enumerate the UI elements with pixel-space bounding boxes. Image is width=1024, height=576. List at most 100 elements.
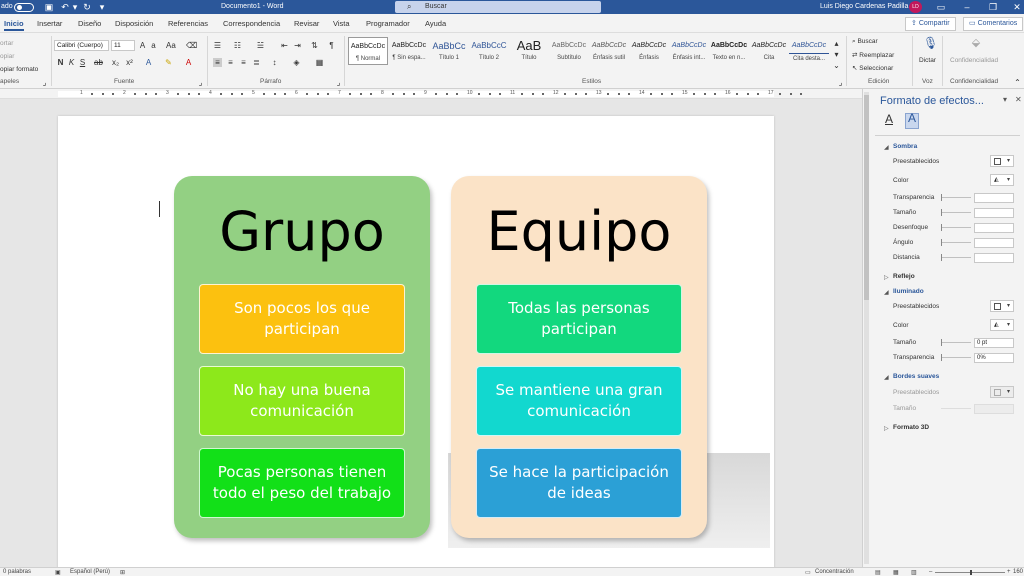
numbering-icon[interactable]: ☷ xyxy=(233,41,242,50)
bullets-icon[interactable]: ☰ xyxy=(213,41,222,50)
font-name-select[interactable]: Calibri (Cuerpo) xyxy=(54,40,109,51)
dictate-button[interactable]: Dictar xyxy=(919,57,936,64)
user-name[interactable]: Luis Diego Cardenas Padilla xyxy=(820,3,908,11)
group-card[interactable]: Grupo Son pocos los que participan No ha… xyxy=(174,176,430,538)
line-spacing-icon[interactable]: ↕ xyxy=(270,58,279,67)
change-case-icon[interactable]: Aa xyxy=(166,41,176,50)
page[interactable]: Grupo Son pocos los que participan No ha… xyxy=(58,116,774,576)
shadow-angle-slider[interactable] xyxy=(941,239,942,246)
restore-icon[interactable]: ❐ xyxy=(988,2,998,12)
zoom-slider-thumb[interactable] xyxy=(970,570,972,575)
accessibility-icon[interactable]: ⊞ xyxy=(120,569,125,576)
section-shadow[interactable]: Sombra xyxy=(893,143,917,150)
shadow-color-dropdown[interactable]: ◭ ▾ xyxy=(990,174,1014,186)
clear-format-icon[interactable]: ⌫ xyxy=(186,41,197,50)
grow-font-icon[interactable]: A xyxy=(138,41,147,50)
italic-icon[interactable]: K xyxy=(67,58,76,67)
superscript-icon[interactable]: x² xyxy=(125,58,134,67)
replace-button[interactable]: ⇄ Reemplazar xyxy=(852,51,894,59)
style-intense-emphasis[interactable]: AaBbCcDc Énfasis int... xyxy=(669,37,709,65)
shadow-size-input[interactable] xyxy=(974,208,1014,218)
collapse-ribbon-icon[interactable]: ⌃ xyxy=(1013,78,1022,87)
tab-referencias[interactable]: Referencias xyxy=(168,19,208,28)
font-color-icon[interactable]: A xyxy=(184,58,193,67)
style-strong[interactable]: AaBbCcDc Texto en n... xyxy=(709,37,749,65)
shadow-distance-slider[interactable] xyxy=(941,254,942,261)
text-effects-icon[interactable]: A xyxy=(905,112,919,129)
font-size-select[interactable]: 11 xyxy=(111,40,135,51)
style-emphasis[interactable]: AaBbCcDc Énfasis xyxy=(629,37,669,65)
language[interactable]: Español (Perú) xyxy=(70,569,110,575)
avatar[interactable]: LD xyxy=(909,1,922,13)
shadow-transparency-slider[interactable] xyxy=(941,194,942,201)
clipboard-launcher-icon[interactable]: ⌟ xyxy=(40,78,49,87)
style-subtle-emphasis[interactable]: AaBbCcDc Énfasis sutil xyxy=(589,37,629,65)
show-marks-icon[interactable]: ¶ xyxy=(327,41,336,50)
search-box[interactable]: ⌕ Buscar xyxy=(395,1,601,13)
shadow-angle-input[interactable] xyxy=(974,238,1014,248)
text-effects-icon[interactable]: A xyxy=(144,58,153,67)
close-icon[interactable]: ✕ xyxy=(1012,2,1022,12)
justify-icon[interactable]: ≣ xyxy=(252,58,261,67)
highlight-icon[interactable]: ✎ xyxy=(164,58,173,67)
zoom-level[interactable]: 160 xyxy=(1013,569,1023,575)
style-heading-1[interactable]: AaBbCc Título 1 xyxy=(429,37,469,65)
save-icon[interactable]: ▣ xyxy=(44,2,54,12)
styles-launcher-icon[interactable]: ⌟ xyxy=(836,78,845,87)
style-heading-2[interactable]: AaBbCcC Título 2 xyxy=(469,37,509,65)
redo-icon[interactable]: ↻ xyxy=(82,2,92,12)
customize-toolbar-icon[interactable]: ▾ xyxy=(97,2,107,12)
tab-disposicion[interactable]: Disposición xyxy=(115,19,153,28)
tab-ayuda[interactable]: Ayuda xyxy=(425,19,446,28)
underline-icon[interactable]: S xyxy=(78,58,87,67)
section-3d-format[interactable]: Formato 3D xyxy=(893,424,929,431)
team-card[interactable]: Equipo Todas las personas participan Se … xyxy=(451,176,707,538)
style-subtitle[interactable]: AaBbCcDc Subtítulo xyxy=(549,37,589,65)
tab-revisar[interactable]: Revisar xyxy=(294,19,319,28)
focus-icon[interactable]: ▭ xyxy=(805,569,811,576)
horizontal-ruler[interactable]: 1 2 3 4 5 6 7 8 9 10 11 12 13 14 15 16 17 xyxy=(0,89,862,99)
zoom-out-icon[interactable]: – xyxy=(929,569,932,575)
pane-scrollbar-thumb[interactable] xyxy=(864,95,869,300)
font-launcher-icon[interactable]: ⌟ xyxy=(196,78,205,87)
word-count[interactable]: 0 palabras xyxy=(3,569,31,575)
zoom-in-icon[interactable]: + xyxy=(1007,569,1011,575)
comments-button[interactable]: ▭ Comentarios xyxy=(963,17,1024,31)
focus-mode-button[interactable]: Concentración xyxy=(815,569,854,575)
glow-color-dropdown[interactable]: ◭ ▾ xyxy=(990,319,1014,331)
multilevel-list-icon[interactable]: ☱ xyxy=(256,41,265,50)
close-icon[interactable]: ✕ xyxy=(1015,95,1022,104)
tab-programador[interactable]: Programador xyxy=(366,19,410,28)
chevron-down-icon[interactable]: ▾ xyxy=(1003,95,1007,104)
shading-icon[interactable]: ◈ xyxy=(292,58,301,67)
text-fill-outline-icon[interactable]: A xyxy=(883,113,895,129)
cut-button[interactable]: ortar xyxy=(0,40,13,47)
select-button[interactable]: ↖ Seleccionar xyxy=(852,64,893,72)
copy-button[interactable]: opiar xyxy=(0,53,14,60)
shadow-transparency-input[interactable] xyxy=(974,193,1014,203)
ribbon-display-icon[interactable]: ▭ xyxy=(936,2,946,12)
increase-indent-icon[interactable]: ⇥ xyxy=(293,41,302,50)
shadow-presets-dropdown[interactable]: ▾ xyxy=(990,155,1014,167)
shadow-blur-input[interactable] xyxy=(974,223,1014,233)
group-item[interactable]: Pocas personas tienen todo el peso del t… xyxy=(199,448,405,518)
minimize-icon[interactable]: – xyxy=(962,2,972,12)
web-layout-icon[interactable]: ▥ xyxy=(911,569,917,576)
tab-vista[interactable]: Vista xyxy=(333,19,350,28)
align-left-icon[interactable]: ≡ xyxy=(213,58,222,67)
tab-diseno[interactable]: Diseño xyxy=(78,19,101,28)
format-painter-button[interactable]: opiar formato xyxy=(0,66,38,73)
find-button[interactable]: ⌕ Buscar xyxy=(852,38,878,46)
print-layout-icon[interactable]: ▦ xyxy=(893,569,899,576)
shrink-font-icon[interactable]: a xyxy=(149,41,158,50)
style-title[interactable]: AaB Título xyxy=(509,37,549,65)
align-center-icon[interactable]: ≡ xyxy=(226,58,235,67)
tab-inicio[interactable]: Inicio xyxy=(4,19,24,31)
read-mode-icon[interactable]: ▤ xyxy=(875,569,881,576)
styles-more-icon[interactable]: ⌄ xyxy=(832,61,841,70)
tab-correspondencia[interactable]: Correspondencia xyxy=(223,19,280,28)
team-item[interactable]: Todas las personas participan xyxy=(476,284,682,354)
glow-transparency-slider[interactable] xyxy=(941,354,942,361)
team-item[interactable]: Se mantiene una gran comunicación xyxy=(476,366,682,436)
glow-transparency-input[interactable]: 0% xyxy=(974,353,1014,363)
